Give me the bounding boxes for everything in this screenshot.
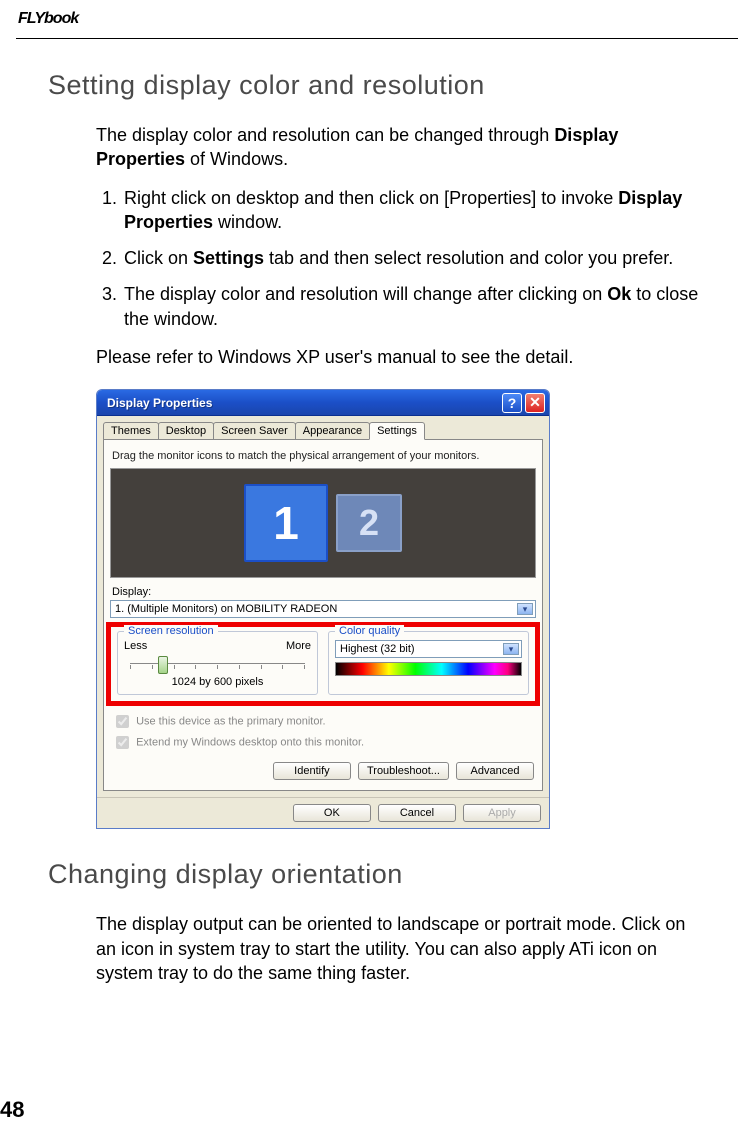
xp-manual-note: Please refer to Windows XP user's manual… [96, 345, 706, 369]
page-number: 48 [0, 1097, 24, 1123]
close-icon[interactable]: ✕ [525, 393, 545, 413]
display-select-value: 1. (Multiple Monitors) on MOBILITY RADEO… [115, 603, 337, 615]
display-select[interactable]: 1. (Multiple Monitors) on MOBILITY RADEO… [110, 600, 536, 618]
display-label: Display: [112, 586, 534, 598]
checkbox-icon[interactable] [116, 736, 129, 749]
tab-appearance[interactable]: Appearance [295, 422, 370, 439]
monitor-arrangement[interactable]: 1 2 [110, 468, 536, 578]
apply-button[interactable]: Apply [463, 804, 541, 822]
chevron-down-icon[interactable]: ▾ [503, 643, 519, 655]
resolution-more-label: More [286, 640, 311, 652]
color-spectrum-icon [335, 662, 522, 676]
slider-thumb-icon[interactable] [158, 656, 168, 674]
step-1: Right click on desktop and then click on… [122, 186, 706, 235]
tab-screen-saver[interactable]: Screen Saver [213, 422, 296, 439]
tab-desktop[interactable]: Desktop [158, 422, 214, 439]
screen-resolution-group: Screen resolution Less More 1024 by 600 … [117, 631, 318, 695]
primary-monitor-checkbox[interactable]: Use this device as the primary monitor. [112, 712, 534, 731]
tab-themes[interactable]: Themes [103, 422, 159, 439]
cancel-button[interactable]: Cancel [378, 804, 456, 822]
steps-list: Right click on desktop and then click on… [96, 186, 706, 331]
settings-panel: Drag the monitor icons to match the phys… [103, 439, 543, 791]
extend-desktop-checkbox[interactable]: Extend my Windows desktop onto this moni… [112, 733, 534, 752]
tab-strip: Themes Desktop Screen Saver Appearance S… [97, 416, 549, 439]
dialog-title: Display Properties [107, 396, 502, 410]
section-heading-orientation: Changing display orientation [48, 859, 706, 890]
tab-settings[interactable]: Settings [369, 422, 425, 440]
checkbox-icon[interactable] [116, 715, 129, 728]
drag-instruction: Drag the monitor icons to match the phys… [112, 450, 534, 462]
dialog-titlebar[interactable]: Display Properties ? ✕ [97, 390, 549, 416]
color-quality-value: Highest (32 bit) [340, 643, 415, 655]
resolution-current: 1024 by 600 pixels [124, 676, 311, 688]
ok-button[interactable]: OK [293, 804, 371, 822]
chevron-down-icon[interactable]: ▾ [517, 603, 533, 615]
section-heading-display-color: Setting display color and resolution [48, 70, 706, 101]
resolution-legend: Screen resolution [124, 625, 218, 637]
troubleshoot-button[interactable]: Troubleshoot... [358, 762, 449, 780]
orientation-paragraph: The display output can be oriented to la… [96, 912, 706, 985]
highlighted-settings-box: Screen resolution Less More 1024 by 600 … [106, 622, 540, 706]
monitor-1-icon[interactable]: 1 [244, 484, 328, 562]
color-quality-select[interactable]: Highest (32 bit) ▾ [335, 640, 522, 658]
monitor-2-icon[interactable]: 2 [336, 494, 402, 552]
identify-button[interactable]: Identify [273, 762, 351, 780]
color-quality-group: Color quality Highest (32 bit) ▾ [328, 631, 529, 695]
brand-logo: FLYbook [18, 10, 78, 28]
header-rule [16, 38, 738, 39]
help-icon[interactable]: ? [502, 393, 522, 413]
display-properties-screenshot: Display Properties ? ✕ Themes Desktop Sc… [96, 389, 550, 829]
advanced-button[interactable]: Advanced [456, 762, 534, 780]
resolution-less-label: Less [124, 640, 147, 652]
step-3: The display color and resolution will ch… [122, 282, 706, 331]
intro-paragraph: The display color and resolution can be … [96, 123, 706, 172]
resolution-slider[interactable] [130, 656, 305, 672]
step-2: Click on Settings tab and then select re… [122, 246, 706, 270]
color-quality-legend: Color quality [335, 625, 404, 637]
